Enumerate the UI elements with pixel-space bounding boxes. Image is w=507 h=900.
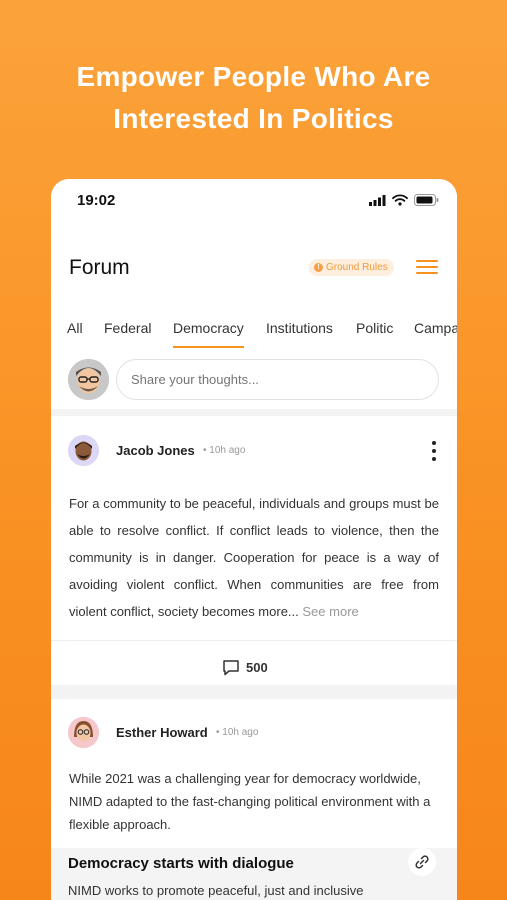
- post-card: Esther Howard • 10h ago While 2021 was a…: [51, 699, 457, 900]
- status-bar: 19:02: [51, 179, 457, 223]
- tab-politic[interactable]: Politic: [356, 320, 393, 336]
- post-body-text: For a community to be peaceful, individu…: [69, 496, 439, 619]
- hamburger-menu-icon[interactable]: [416, 258, 438, 276]
- avatar[interactable]: [68, 359, 109, 400]
- battery-icon: [414, 194, 439, 206]
- tab-campaign[interactable]: Campa: [414, 320, 457, 336]
- wifi-icon: [392, 194, 408, 206]
- avatar[interactable]: [68, 717, 99, 748]
- post-time-value: 10h ago: [222, 727, 259, 738]
- promo-headline: Empower People Who Are Interested In Pol…: [0, 56, 507, 140]
- share-thoughts-input[interactable]: [116, 359, 439, 400]
- comment-icon: [223, 660, 239, 676]
- headline-line-2: Interested In Politics: [113, 103, 394, 134]
- ground-rules-button[interactable]: ! Ground Rules: [309, 259, 394, 276]
- post-author[interactable]: Jacob Jones: [116, 443, 195, 458]
- tab-democracy[interactable]: Democracy: [173, 320, 244, 348]
- phone-frame: 19:02 Forum ! Ground Rules All Federal D…: [51, 179, 457, 900]
- divider: [51, 640, 457, 641]
- link-preview-description: NIMD works to promote peaceful, just and…: [68, 883, 364, 898]
- post-time-value: 10h ago: [209, 445, 246, 456]
- tab-all[interactable]: All: [67, 320, 83, 336]
- headline-line-1: Empower People Who Are: [76, 61, 431, 92]
- status-time: 19:02: [77, 192, 116, 209]
- more-options-icon[interactable]: [428, 441, 440, 461]
- info-icon: !: [314, 263, 323, 272]
- post-composer: [51, 350, 457, 409]
- tab-institutions[interactable]: Institutions: [266, 320, 333, 336]
- avatar[interactable]: [68, 435, 99, 466]
- post-card: Jacob Jones • 10h ago For a community to…: [51, 416, 457, 685]
- category-tabs: All Federal Democracy Institutions Polit…: [51, 277, 457, 350]
- link-icon[interactable]: [408, 848, 436, 876]
- post-time: • 10h ago: [216, 727, 259, 738]
- tab-federal[interactable]: Federal: [104, 320, 151, 336]
- post-time: • 10h ago: [203, 445, 246, 456]
- ground-rules-label: Ground Rules: [326, 262, 388, 273]
- link-preview-title[interactable]: Democracy starts with dialogue: [68, 855, 294, 872]
- comment-count: 500: [246, 660, 268, 675]
- see-more-link[interactable]: See more: [302, 604, 358, 619]
- post-body: For a community to be peaceful, individu…: [69, 490, 439, 625]
- cellular-signal-icon: [369, 194, 386, 206]
- post-body: While 2021 was a challenging year for de…: [69, 771, 431, 832]
- status-icons: [369, 194, 439, 206]
- comments-button[interactable]: 500: [222, 659, 268, 676]
- post-author[interactable]: Esther Howard: [116, 725, 208, 740]
